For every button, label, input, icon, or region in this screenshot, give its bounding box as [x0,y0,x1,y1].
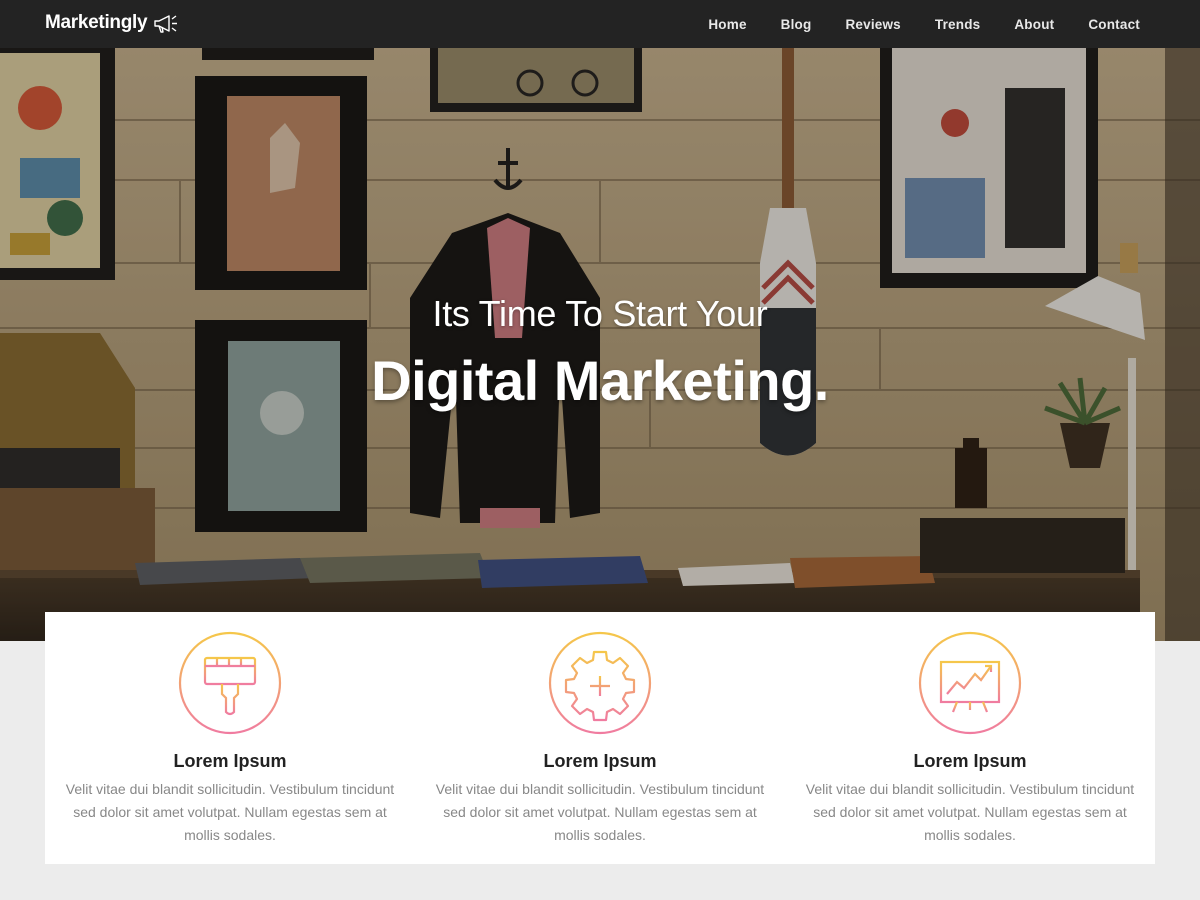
chart-board-icon [918,631,1022,735]
hero-subtitle: Its Time To Start Your [432,293,768,334]
feature-description: Velit vitae dui blandit sollicitudin. Ve… [65,781,395,843]
paintbrush-icon [178,631,282,735]
feature-title: Lorem Ipsum [543,751,657,771]
feature-card: Lorem Ipsum Velit vitae dui blandit soll… [785,612,1155,864]
feature-description: Velit vitae dui blandit sollicitudin. Ve… [805,781,1135,843]
nav-home[interactable]: Home [708,17,746,32]
main-nav: Home Blog Reviews Trends About Contact [674,0,1140,48]
nav-trends[interactable]: Trends [935,17,980,32]
feature-title: Lorem Ipsum [173,751,287,771]
feature-card: Lorem Ipsum Velit vitae dui blandit soll… [45,612,415,864]
brand-logo[interactable]: Marketingly [45,11,180,35]
nav-reviews[interactable]: Reviews [845,17,900,32]
megaphone-icon [154,15,178,33]
gear-plus-icon [548,631,652,735]
nav-contact[interactable]: Contact [1088,17,1140,32]
hero-title: Digital Marketing. [371,349,829,412]
hero-overlay [0,48,1200,641]
feature-card: Lorem Ipsum Velit vitae dui blandit soll… [415,612,785,864]
feature-title: Lorem Ipsum [913,751,1027,771]
nav-blog[interactable]: Blog [781,17,812,32]
hero-section: Its Time To Start Your Digital Marketing… [0,48,1200,641]
brand-name: Marketingly [45,12,148,33]
features-panel: Lorem Ipsum Velit vitae dui blandit soll… [45,612,1155,864]
top-navbar: Marketingly Home Blog Reviews Trends Abo… [0,0,1200,48]
nav-about[interactable]: About [1014,17,1054,32]
feature-description: Velit vitae dui blandit sollicitudin. Ve… [435,781,765,843]
